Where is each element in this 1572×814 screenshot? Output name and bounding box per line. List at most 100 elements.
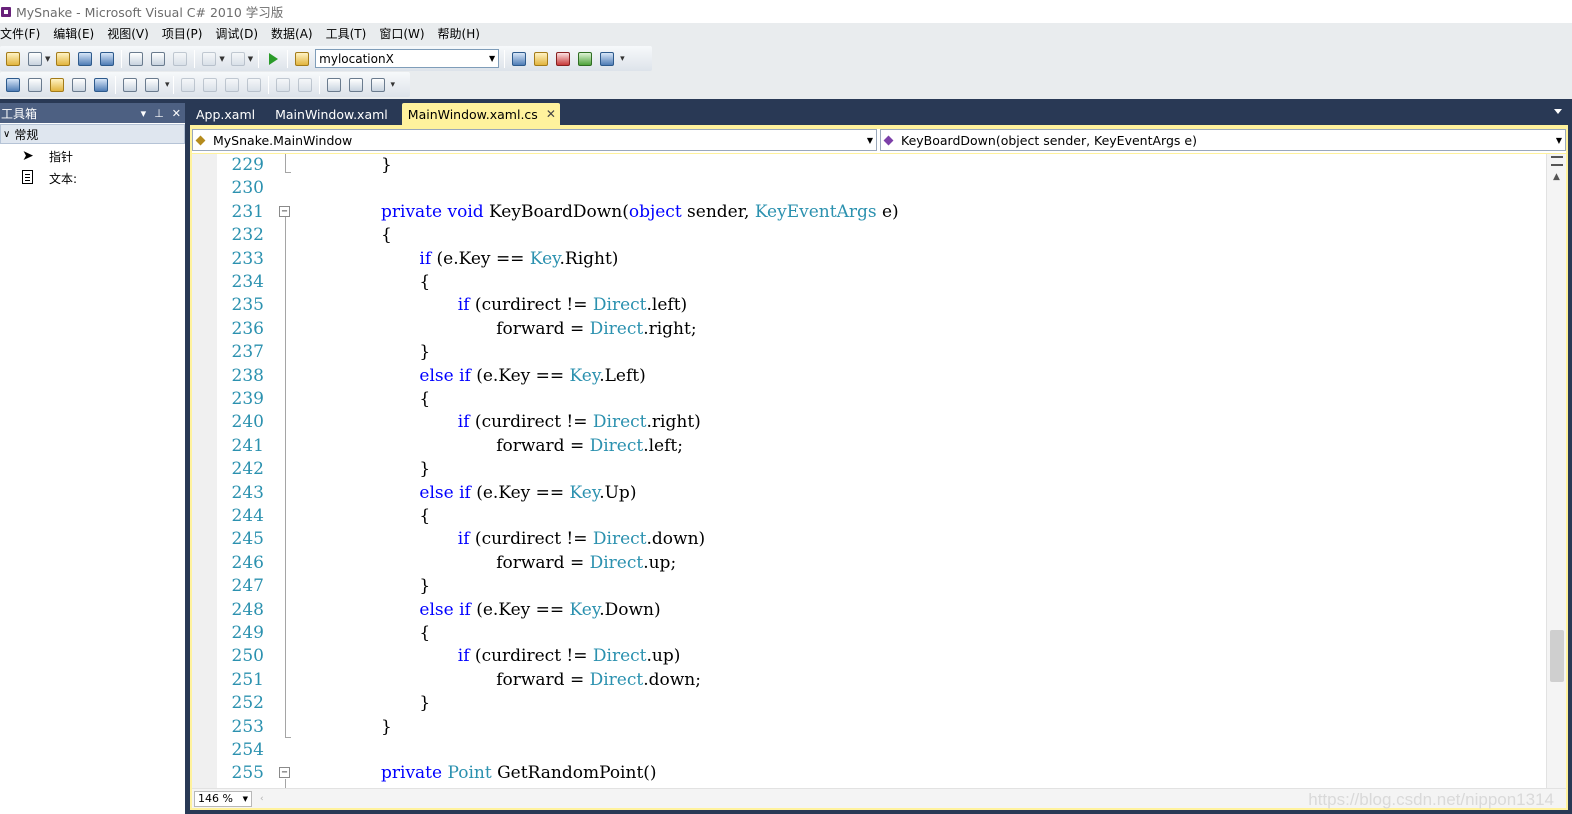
- tab-mainwindow-xaml[interactable]: MainWindow.xaml: [269, 103, 394, 125]
- code-line[interactable]: 249 {: [217, 622, 1546, 645]
- complete-word-button[interactable]: [69, 75, 89, 95]
- class-combo[interactable]: MySnake.MainWindow ▼: [192, 129, 877, 151]
- toolbox-button[interactable]: [553, 49, 573, 69]
- code-line[interactable]: 239 {: [217, 388, 1546, 411]
- code-line[interactable]: 237}: [217, 341, 1546, 364]
- code-line[interactable]: 252}: [217, 692, 1546, 715]
- code-line[interactable]: 230: [217, 177, 1546, 200]
- code-line[interactable]: 254: [217, 739, 1546, 762]
- member-combo[interactable]: KeyBoardDown(object sender, KeyEventArgs…: [880, 129, 1566, 151]
- scroll-up-icon[interactable]: ▲: [1553, 172, 1560, 182]
- code-line[interactable]: 242}: [217, 458, 1546, 481]
- code-line[interactable]: 245 if (curdirect != Direct.down): [217, 528, 1546, 551]
- add-item-dropdown-icon[interactable]: ▼: [45, 55, 50, 63]
- chevron-down-icon[interactable]: ▾: [141, 107, 147, 120]
- outline-button[interactable]: [324, 75, 344, 95]
- toolbox-item-text[interactable]: 文本:: [0, 167, 185, 189]
- menu-file[interactable]: 文件(F): [0, 25, 47, 42]
- code-line[interactable]: 240 if (curdirect != Direct.right): [217, 411, 1546, 434]
- table-button[interactable]: [178, 75, 198, 95]
- copy-button[interactable]: [148, 49, 168, 69]
- bookmark-button[interactable]: [91, 75, 111, 95]
- code-line[interactable]: 232 {: [217, 224, 1546, 247]
- solution-explorer-button[interactable]: [509, 49, 529, 69]
- open-file-button[interactable]: [53, 49, 73, 69]
- toolbar-overflow-icon[interactable]: ▾: [165, 80, 170, 90]
- code-line[interactable]: 235 if (curdirect != Direct.left): [217, 294, 1546, 317]
- undo-button[interactable]: [199, 49, 219, 69]
- menu-data[interactable]: 数据(A): [271, 25, 320, 42]
- toolbar-overflow-icon[interactable]: ▾: [391, 80, 396, 90]
- comment-button[interactable]: [120, 75, 140, 95]
- save-all-button[interactable]: [97, 49, 117, 69]
- collapse-icon[interactable]: −: [279, 767, 290, 779]
- toolbox-group-general[interactable]: ∨ 常规: [0, 124, 185, 144]
- grid-button[interactable]: [200, 75, 220, 95]
- code-line[interactable]: 255 − private Point GetRandomPoint(): [217, 762, 1546, 785]
- start-debugging-button[interactable]: [263, 49, 283, 69]
- code-line[interactable]: 253}: [217, 716, 1546, 739]
- code-line[interactable]: 234 {: [217, 271, 1546, 294]
- code-line[interactable]: 246 forward = Direct.up;: [217, 552, 1546, 575]
- code-line[interactable]: 236 forward = Direct.right;: [217, 318, 1546, 341]
- code-line[interactable]: 244 {: [217, 505, 1546, 528]
- toolbox-item-pointer[interactable]: ➤ 指针: [0, 145, 185, 167]
- format-button[interactable]: [368, 75, 388, 95]
- redo-button[interactable]: [228, 49, 248, 69]
- properties-button[interactable]: [531, 49, 551, 69]
- code-line[interactable]: 229}: [217, 154, 1546, 177]
- code-line[interactable]: 233 if (e.Key == Key.Right): [217, 248, 1546, 271]
- tab-mainwindow-xaml-cs[interactable]: MainWindow.xaml.cs ✕: [401, 103, 560, 125]
- code-line[interactable]: 238 else if (e.Key == Key.Left): [217, 365, 1546, 388]
- new-project-button[interactable]: [3, 49, 23, 69]
- undo-dropdown-icon[interactable]: ▼: [219, 55, 224, 63]
- code-line[interactable]: 247}: [217, 575, 1546, 598]
- object-members-button[interactable]: [3, 75, 23, 95]
- menu-project[interactable]: 项目(P): [162, 25, 210, 42]
- parameter-info-button[interactable]: [25, 75, 45, 95]
- code-line[interactable]: 250 if (curdirect != Direct.up): [217, 645, 1546, 668]
- code-line[interactable]: 248 else if (e.Key == Key.Down): [217, 599, 1546, 622]
- extension-manager-button[interactable]: [597, 49, 617, 69]
- collapse-icon[interactable]: −: [279, 205, 290, 217]
- uncomment-button[interactable]: [142, 75, 162, 95]
- menu-help[interactable]: 帮助(H): [438, 25, 487, 42]
- menu-tools[interactable]: 工具(T): [326, 25, 374, 42]
- menu-view[interactable]: 视图(V): [107, 25, 156, 42]
- quick-info-button[interactable]: [47, 75, 67, 95]
- code-line[interactable]: 251 forward = Direct.down;: [217, 669, 1546, 692]
- sql-button[interactable]: [222, 75, 242, 95]
- sql-verify-button[interactable]: [295, 75, 315, 95]
- redo-dropdown-icon[interactable]: ▼: [248, 55, 253, 63]
- pin-icon[interactable]: ⊥: [154, 107, 164, 120]
- menu-window[interactable]: 窗口(W): [379, 25, 431, 42]
- splitter-icon[interactable]: [1551, 156, 1563, 166]
- find-in-files-button[interactable]: [292, 49, 312, 69]
- menu-debug[interactable]: 调试(D): [215, 25, 265, 42]
- scroll-thumb[interactable]: [1550, 630, 1564, 682]
- code-line[interactable]: 231 − private void KeyBoardDown(object sen…: [217, 201, 1546, 224]
- zoom-combo[interactable]: 146 % ▼: [194, 790, 252, 807]
- code-line[interactable]: 241 forward = Direct.left;: [217, 435, 1546, 458]
- code-area[interactable]: 229} 230 231− private void KeyBoardDown(obj…: [217, 154, 1546, 788]
- close-icon[interactable]: ✕: [546, 107, 556, 121]
- tab-app-xaml[interactable]: App.xaml: [190, 103, 261, 125]
- layout-button[interactable]: [346, 75, 366, 95]
- filter-button[interactable]: [273, 75, 293, 95]
- vertical-scrollbar[interactable]: ▲: [1546, 154, 1566, 788]
- title-bar: MySnake - Microsoft Visual C# 2010 学习版: [0, 0, 1572, 23]
- toolbar-overflow-icon[interactable]: ▾: [620, 54, 625, 64]
- code-line[interactable]: 243 else if (e.Key == Key.Up): [217, 482, 1546, 505]
- save-button[interactable]: [75, 49, 95, 69]
- find-combo[interactable]: mylocationX ▼: [315, 49, 500, 68]
- cut-button[interactable]: [126, 49, 146, 69]
- start-page-button[interactable]: [575, 49, 595, 69]
- query-button[interactable]: [244, 75, 264, 95]
- add-item-button[interactable]: [25, 49, 45, 69]
- menu-edit[interactable]: 编辑(E): [53, 25, 101, 42]
- close-icon[interactable]: ✕: [172, 107, 181, 120]
- scroll-left-icon[interactable]: ‹: [260, 794, 264, 804]
- code-editor[interactable]: 229} 230 231− private void KeyBoardDown(obj…: [192, 154, 1566, 788]
- paste-button[interactable]: [170, 49, 190, 69]
- tab-list-dropdown-icon[interactable]: [1554, 109, 1562, 114]
